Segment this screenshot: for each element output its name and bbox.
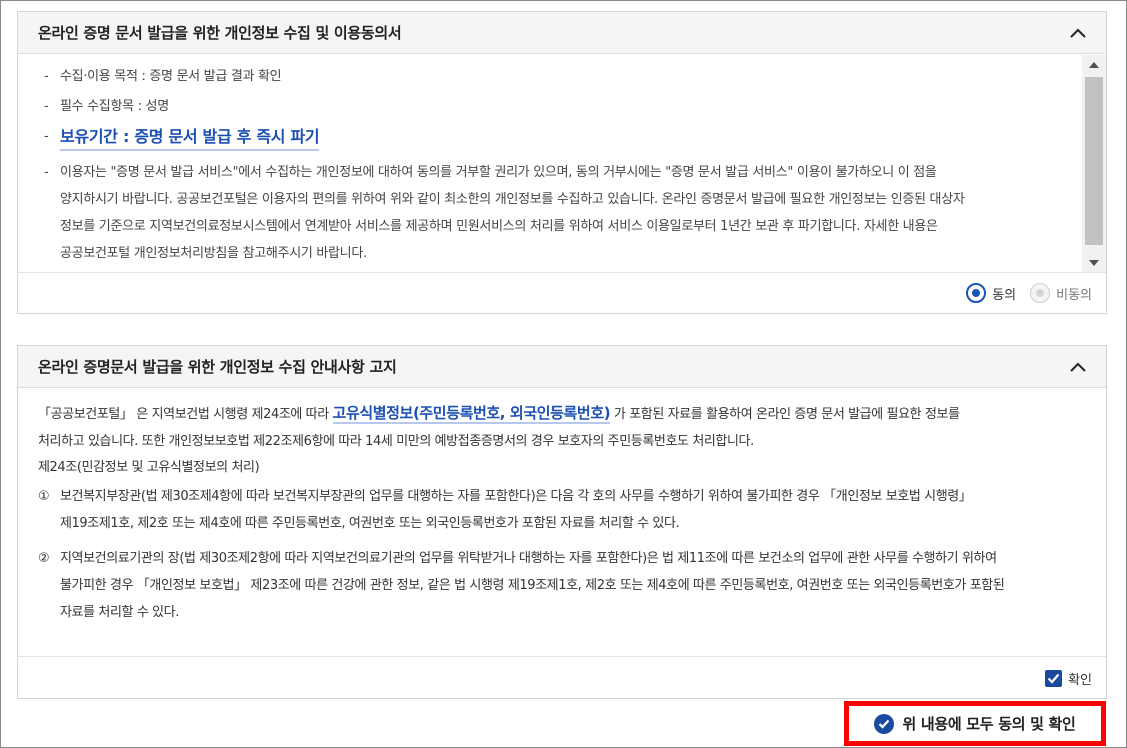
clause-line: 보건복지부장관(법 제30조제4항에 따라 보건복지부장관의 업무를 대행하는 … [60,489,972,504]
radio-unselected-icon[interactable] [1030,283,1051,303]
confirm-checkbox[interactable]: 확인 [1045,669,1092,688]
radio-selected-icon[interactable] [966,283,987,303]
consent-list: 수집·이용 목적 : 증명 문서 발급 결과 확인 필수 수집항목 : 성명 보… [44,63,1042,267]
consent-notice-line: 공공보건포털 개인정보처리방침을 참고해주시기 바랍니다. [60,246,367,261]
article-title: 제24조(민감정보 및 고유식별정보의 처리) [38,460,260,475]
consent-notice-line: 이용자는 "증명 문서 발급 서비스"에서 수집하는 개인정보에 대하여 동의를… [60,165,937,180]
triangle-up-icon[interactable] [1082,55,1106,75]
agree-radio[interactable]: 동의 [966,283,1016,303]
consent-panel: 온라인 증명 문서 발급을 위한 개인정보 수집 및 이용동의서 수집·이용 목… [17,11,1107,314]
consent-scroll-area[interactable]: 수집·이용 목적 : 증명 문서 발급 결과 확인 필수 수집항목 : 성명 보… [18,55,1106,273]
notice-intro-text: 가 포함된 자료를 활용하여 온라인 증명 문서 발급에 필요한 정보를 [610,407,960,422]
chevron-up-icon[interactable] [1066,21,1090,45]
check-circle-icon [874,713,895,734]
notice-intro-line2: 처리하고 있습니다. 또한 개인정보보호법 제22조제6항에 따라 14세 미만… [38,434,754,449]
consent-radio-group: 동의 비동의 [966,283,1092,303]
clause-line: 제19조제1호, 제2호 또는 제4호에 따른 주민등록번호, 여권번호 또는 … [60,516,680,531]
notice-panel-header[interactable]: 온라인 증명문서 발급을 위한 개인정보 수집 안내사항 고지 [18,346,1106,388]
retention-highlight: 보유기간 : 증명 문서 발급 후 즉시 파기 [60,125,320,151]
notice-panel: 온라인 증명문서 발급을 위한 개인정보 수집 안내사항 고지 「공공보건포털」… [17,345,1107,699]
required-items: 필수 수집항목 : 성명 [44,93,1042,120]
disagree-radio[interactable]: 비동의 [1030,283,1092,303]
consent-notice-line: 양지하시기 바랍니다. 공공보건포털은 이용자의 편의를 위하여 위와 같이 최… [60,192,965,207]
clause-line: 자료를 처리할 수 있다. [60,605,179,620]
clause-line: 불가피한 경우 「개인정보 보호법」 제23조에 따른 건강에 관한 정보, 같… [60,578,1005,593]
unique-id-highlight: 고유식별정보(주민등록번호, 외국인등록번호) [332,404,611,424]
agree-label: 동의 [992,287,1017,303]
clause-item: ② 지역보건의료기관의 장(법 제30조제2항에 따라 지역보건의료기관의 업무… [38,545,1086,626]
scrollbar[interactable] [1082,55,1106,272]
confirm-label: 확인 [1068,673,1092,688]
agree-all-button[interactable]: 위 내용에 모두 동의 및 확인 [844,701,1106,746]
chevron-up-icon[interactable] [1066,355,1090,379]
disagree-label: 비동의 [1056,287,1092,303]
notice-panel-title: 온라인 증명문서 발급을 위한 개인정보 수집 안내사항 고지 [38,358,397,376]
consent-content: 수집·이용 목적 : 증명 문서 발급 결과 확인 필수 수집항목 : 성명 보… [18,55,1082,267]
clause-number: ② [38,551,50,566]
consent-panel-header[interactable]: 온라인 증명 문서 발급을 위한 개인정보 수집 및 이용동의서 [18,12,1106,54]
purpose-item: 수집·이용 목적 : 증명 문서 발급 결과 확인 [44,63,1042,90]
consent-panel-title: 온라인 증명 문서 발급을 위한 개인정보 수집 및 이용동의서 [38,24,402,42]
clause-item: ① 보건복지부장관(법 제30조제4항에 따라 보건복지부장관의 업무를 대행하… [38,483,1086,537]
clause-number: ① [38,489,50,504]
consent-notice-item: 이용자는 "증명 문서 발급 서비스"에서 수집하는 개인정보에 대하여 동의를… [44,159,1042,267]
consent-notice-line: 정보를 기준으로 지역보건의료정보시스템에서 연계받아 서비스를 제공하며 민원… [60,219,938,234]
triangle-down-icon[interactable] [1082,253,1106,272]
clause-line: 지역보건의료기관의 장(법 제30조제2항에 따라 지역보건의료기관의 업무를 … [60,551,997,566]
notice-body: 「공공보건포털」 은 지역보건법 시행령 제24조에 따라 고유식별정보(주민등… [18,389,1106,657]
check-icon[interactable] [1045,670,1063,687]
scrollbar-thumb[interactable] [1085,77,1103,245]
retention-item: 보유기간 : 증명 문서 발급 후 즉시 파기 [44,123,1042,155]
notice-intro: 「공공보건포털」 은 지역보건법 시행령 제24조에 따라 고유식별정보(주민등… [38,399,1086,429]
notice-intro-text: 「공공보건포털」 은 지역보건법 시행령 제24조에 따라 [38,407,333,422]
agree-all-label: 위 내용에 모두 동의 및 확인 [902,715,1076,733]
